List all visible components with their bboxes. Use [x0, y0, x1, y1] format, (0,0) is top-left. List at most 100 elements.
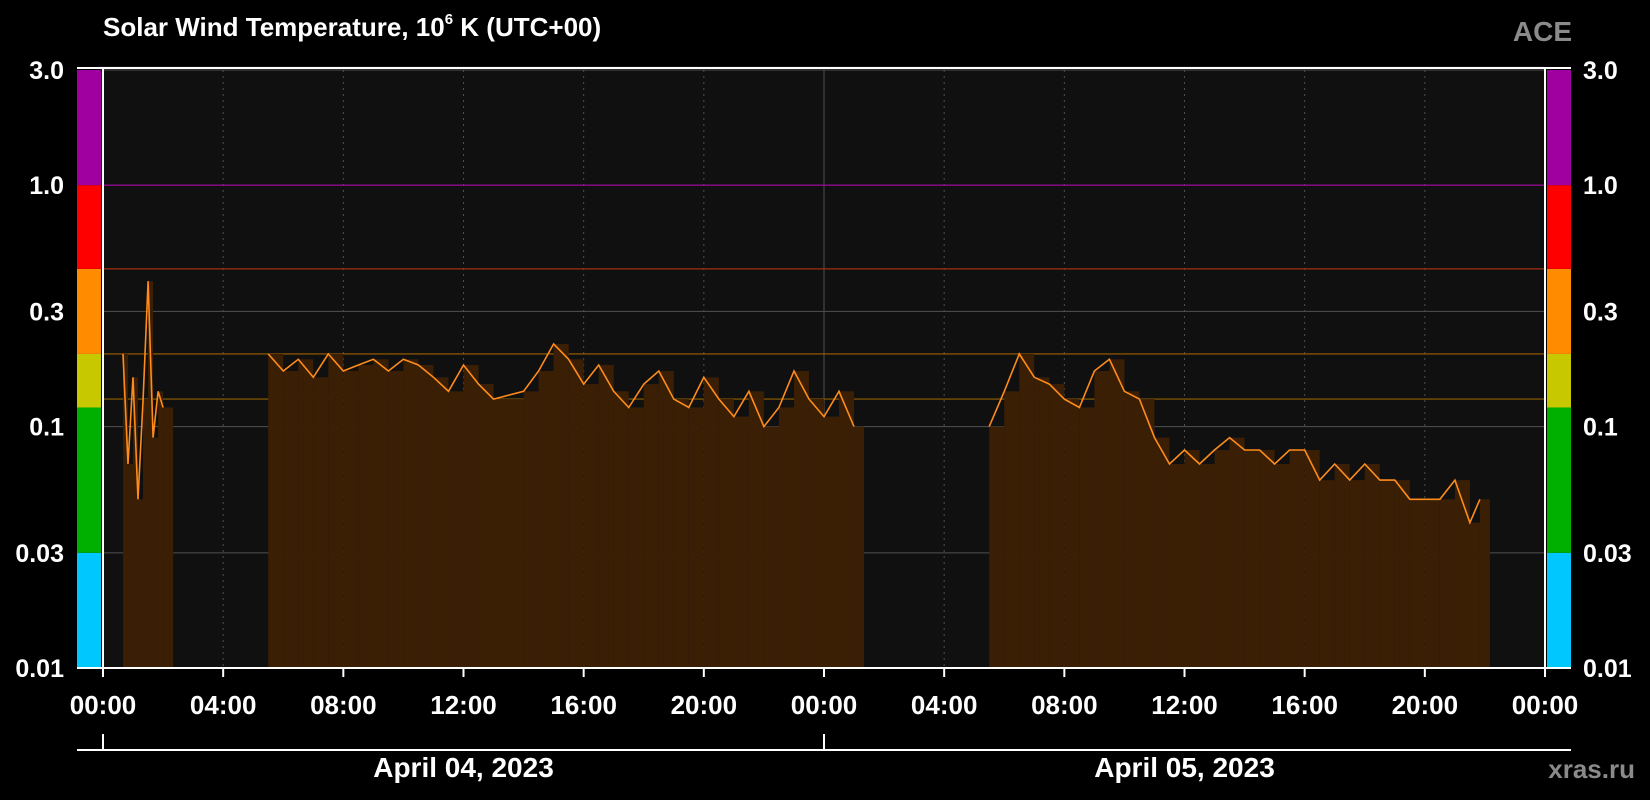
data-bar: [1139, 399, 1155, 668]
data-bar: [733, 416, 749, 668]
data-bar: [1289, 449, 1305, 668]
data-bar: [1124, 391, 1140, 668]
data-bar: [493, 399, 524, 668]
x-tick-label: 16:00: [1271, 690, 1338, 720]
data-bar: [1184, 449, 1200, 668]
data-bar: [313, 377, 329, 668]
data-bar: [523, 391, 539, 668]
data-bar: [343, 370, 359, 668]
source-label: ACE: [1512, 16, 1572, 47]
x-axis-labels: 00:00 04:00 08:00 12:00 16:00 20:00 00:00 04:00…: [70, 690, 1579, 720]
data-bar: [1379, 480, 1395, 668]
data-bar: [1214, 449, 1230, 668]
data-bar: [748, 391, 764, 668]
x-tick-label: 00:00: [791, 690, 858, 720]
y-tick-label: 0.03: [15, 540, 64, 568]
left-activity-scale: [77, 70, 101, 668]
scale-band: [77, 70, 101, 186]
data-bar: [1364, 463, 1380, 668]
data-bar: [1394, 480, 1410, 668]
data-bar: [1094, 370, 1110, 668]
data-bar: [448, 391, 464, 668]
data-bar: [824, 416, 840, 668]
y-axis-right-labels: 3.0 1.0 0.3 0.1 0.03 0.01: [1583, 57, 1632, 683]
data-bar: [1349, 480, 1365, 668]
data-bar: [1319, 480, 1335, 668]
y-tick-label: 0.3: [1583, 298, 1618, 326]
y-tick-label: 0.01: [15, 655, 64, 683]
scale-band: [1547, 268, 1571, 354]
data-bar: [1019, 353, 1035, 668]
data-bar: [643, 384, 659, 668]
data-bar: [688, 407, 704, 668]
data-bar: [1199, 463, 1215, 668]
scale-band: [1547, 407, 1571, 553]
data-bar: [538, 370, 554, 668]
data-bar: [1049, 384, 1065, 668]
temperature-chart: 3.0 1.0 0.3 0.1 0.03 0.01 3.0 1.0 0.3 0.1 0.03 0.0…: [15, 57, 1632, 751]
x-tick-label: 12:00: [1151, 690, 1218, 720]
chart-title: Solar Wind Temperature, 106 K (UTC+00): [103, 11, 602, 42]
x-tick-label: 20:00: [1392, 690, 1459, 720]
data-bar: [268, 353, 284, 668]
scale-band: [77, 407, 101, 553]
data-bar: [1034, 377, 1050, 668]
data-bar: [358, 364, 374, 668]
data-bar: [463, 364, 479, 668]
date-label-0: April 04, 2023: [373, 752, 554, 783]
data-bar: [598, 364, 614, 668]
data-bar: [153, 437, 159, 668]
data-bar: [1169, 463, 1185, 668]
x-tick-label: 00:00: [70, 690, 137, 720]
x-tick-label: 12:00: [430, 690, 497, 720]
x-tick-label: 04:00: [911, 690, 978, 720]
data-bar: [1079, 407, 1095, 668]
x-tick-label: 16:00: [550, 690, 617, 720]
y-tick-label: 0.1: [1583, 414, 1618, 442]
scale-band: [1547, 70, 1571, 186]
data-bar: [143, 399, 149, 668]
data-bar: [1304, 449, 1320, 668]
scale-band: [77, 185, 101, 269]
data-bar: [1064, 399, 1080, 668]
x-tick-label: 04:00: [190, 690, 257, 720]
x-tick-label: 00:00: [1512, 690, 1579, 720]
scale-band: [1547, 552, 1571, 668]
data-bar: [1439, 499, 1455, 668]
data-bar: [1004, 391, 1020, 668]
data-bar: [778, 407, 794, 668]
data-bar: [1479, 499, 1490, 668]
data-bar: [839, 391, 855, 668]
y-tick-label: 0.03: [1583, 540, 1632, 568]
data-bar: [283, 370, 299, 668]
data-bar: [1469, 522, 1480, 668]
date-label-1: April 05, 2023: [1094, 752, 1275, 783]
data-bar: [328, 353, 344, 668]
data-bar: [403, 359, 419, 668]
data-bar: [1454, 480, 1470, 668]
right-activity-scale: [1547, 70, 1571, 668]
x-tick-label: 20:00: [671, 690, 738, 720]
data-bar: [163, 407, 174, 668]
y-tick-label: 1.0: [29, 172, 64, 200]
y-tick-label: 1.0: [1583, 172, 1618, 200]
data-bar: [568, 359, 584, 668]
scale-band: [77, 268, 101, 354]
x-tick-label: 08:00: [1031, 690, 1098, 720]
data-bar: [808, 399, 824, 668]
site-label: xras.ru: [1548, 754, 1635, 784]
data-bar: [373, 359, 389, 668]
data-bar: [1274, 463, 1290, 668]
scale-band: [1547, 353, 1571, 408]
data-bar: [1244, 449, 1260, 668]
data-bar: [553, 343, 569, 668]
data-bar: [793, 370, 809, 668]
data-bar: [478, 384, 494, 668]
data-bar: [138, 499, 144, 668]
data-bar: [433, 377, 449, 668]
y-tick-label: 3.0: [29, 57, 64, 85]
data-bar: [1409, 499, 1425, 668]
data-bar: [1334, 463, 1350, 668]
data-bar: [418, 364, 434, 668]
data-bar: [718, 399, 734, 668]
